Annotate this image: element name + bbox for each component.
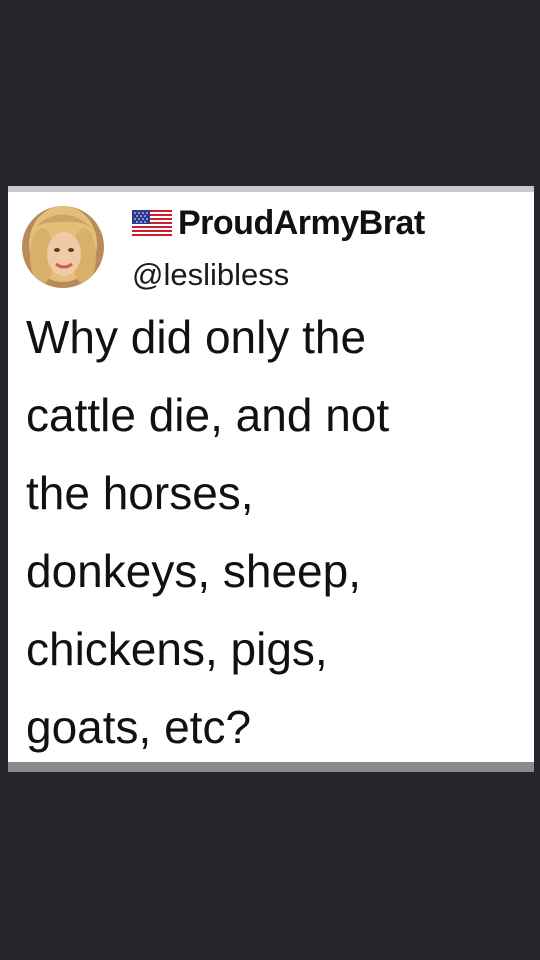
avatar-photo-icon bbox=[22, 206, 104, 288]
tweet-text-line: chickens, pigs, bbox=[26, 623, 328, 675]
tweet-text-line: cattle die, and not bbox=[26, 389, 390, 441]
tweet-text-line: donkeys, sheep, bbox=[26, 545, 362, 597]
display-name-row: ProudArmyBrat bbox=[132, 202, 425, 244]
avatar[interactable] bbox=[22, 206, 104, 288]
tweet-card: ProudArmyBrat @leslibless Why did only t… bbox=[8, 186, 534, 772]
tweet-text-line: goats, etc? bbox=[26, 701, 252, 753]
tweet-text: Why did only the cattle die, and not the… bbox=[26, 298, 526, 762]
us-flag-icon bbox=[132, 210, 172, 236]
tweet-text-line: Why did only the bbox=[26, 311, 367, 363]
screenshot-canvas: ProudArmyBrat @leslibless Why did only t… bbox=[0, 0, 540, 960]
user-handle[interactable]: @leslibless bbox=[132, 256, 289, 294]
display-name[interactable]: ProudArmyBrat bbox=[178, 202, 425, 244]
tweet-text-line: the horses, bbox=[26, 467, 254, 519]
